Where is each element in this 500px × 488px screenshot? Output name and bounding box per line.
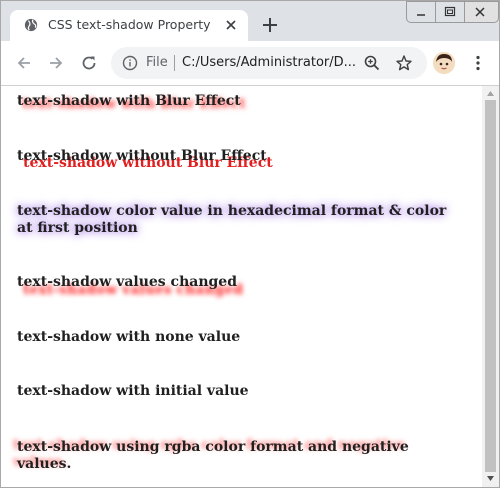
minimize-button[interactable]: [406, 1, 436, 23]
tab-strip: CSS text-shadow Property: [1, 1, 499, 41]
scroll-up-arrow-icon[interactable]: [487, 91, 494, 96]
active-tab[interactable]: CSS text-shadow Property: [10, 10, 248, 41]
text-line-rgba: text-shadow using rgba color format and …: [17, 439, 409, 472]
text-line-values-changed: text-shadow values changed: [17, 274, 237, 290]
back-arrow-icon[interactable]: [15, 54, 33, 72]
browser-window: CSS text-shadow Property File C:/Users/A…: [0, 0, 500, 488]
star-icon[interactable]: [395, 54, 413, 72]
text-line-blur: text-shadow with Blur Effect: [17, 93, 241, 109]
divider: [174, 55, 175, 71]
vertical-scrollbar[interactable]: [482, 86, 499, 487]
info-icon[interactable]: [122, 55, 138, 71]
address-bar[interactable]: File C:/Users/Administrator/D...: [111, 47, 427, 79]
reload-icon[interactable]: [80, 54, 98, 72]
avatar-image: [433, 52, 455, 74]
close-icon[interactable]: [224, 18, 238, 32]
text-line-no-blur: text-shadow without Blur Effect: [17, 148, 267, 164]
text-line-none: text-shadow with none value: [17, 329, 241, 345]
text-line-initial: text-shadow with initial value: [17, 383, 249, 399]
zoom-icon[interactable]: [363, 54, 381, 72]
url-text[interactable]: C:/Users/Administrator/D...: [182, 55, 356, 70]
globe-icon: [24, 18, 38, 32]
tab-title: CSS text-shadow Property: [48, 17, 211, 32]
scrollbar-thumb[interactable]: [485, 100, 496, 472]
close-window-icon: [475, 7, 485, 17]
kebab-menu-icon[interactable]: [469, 54, 487, 72]
plus-icon[interactable]: [262, 17, 278, 33]
minimize-icon: [417, 14, 425, 16]
profile-avatar[interactable]: [433, 52, 455, 74]
close-window-button[interactable]: [464, 1, 499, 23]
page-content: text-shadow with Blur Effect text-shadow…: [1, 86, 482, 487]
browser-toolbar: File C:/Users/Administrator/D...: [1, 41, 499, 86]
scroll-down-arrow-icon[interactable]: [487, 476, 494, 481]
url-scheme-label: File: [146, 55, 168, 70]
restore-icon: [444, 6, 456, 17]
text-line-hex-color: text-shadow color value in hexadecimal f…: [17, 203, 447, 236]
restore-button[interactable]: [435, 1, 465, 23]
forward-arrow-icon[interactable]: [47, 54, 65, 72]
